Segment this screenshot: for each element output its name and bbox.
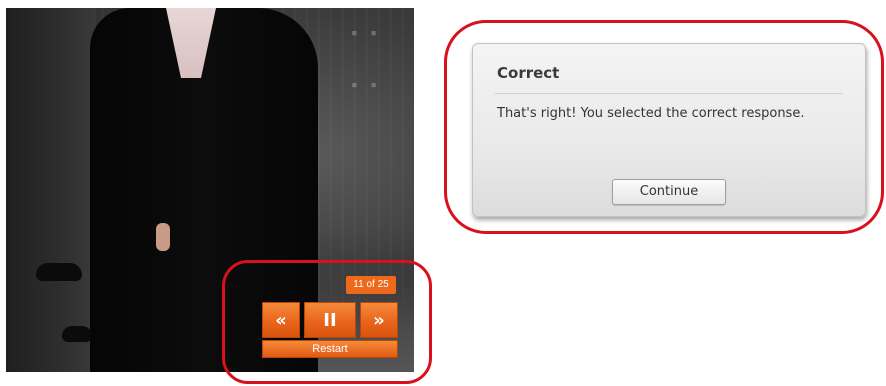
background-person-shoe <box>62 326 92 342</box>
presenter-hand <box>156 223 170 251</box>
controls-highlight-outline <box>222 260 432 384</box>
wall-decoration: ▪ ▪ <box>351 78 380 91</box>
wall-decoration: ▪ ▪ <box>351 26 380 39</box>
dialog-highlight-outline <box>444 20 884 234</box>
background-person-shoe <box>36 263 82 281</box>
page: ▪ ▪ ▪ ▪ 11 of 25 « II » Restart Correct … <box>0 0 886 386</box>
background-person-image <box>6 8 96 372</box>
